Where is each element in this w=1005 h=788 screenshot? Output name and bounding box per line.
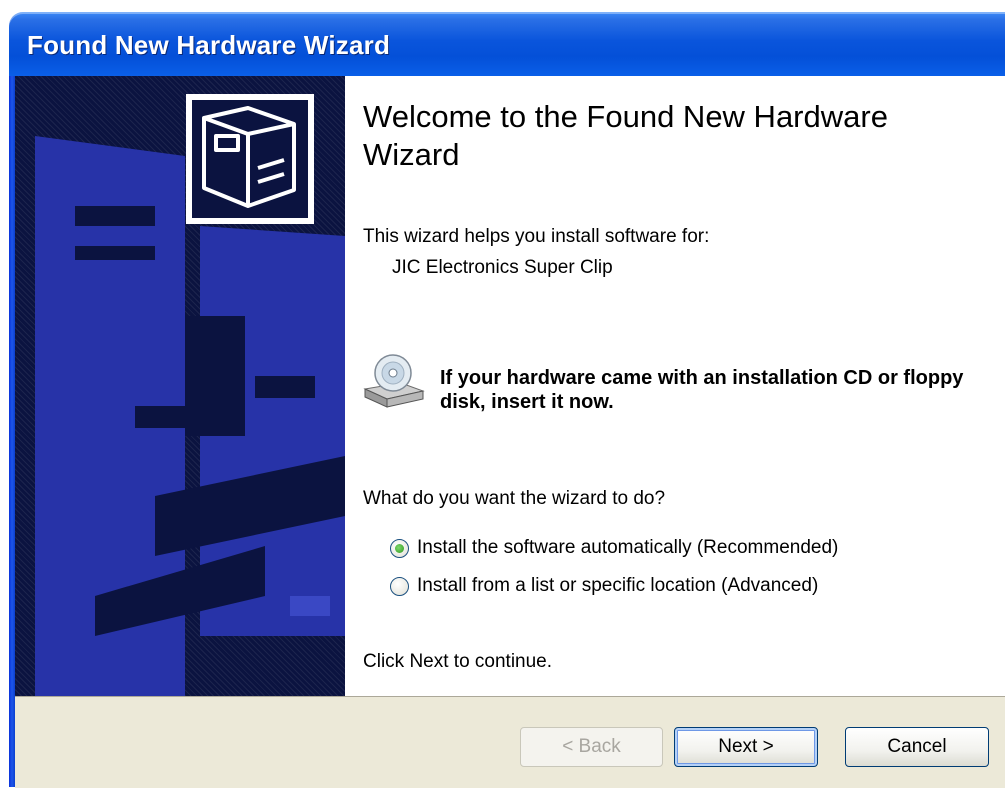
hardware-icon <box>186 94 314 224</box>
wizard-question: What do you want the wizard to do? <box>363 488 666 509</box>
option-label: Install the software automatically (Reco… <box>417 537 839 558</box>
title-bar[interactable]: Found New Hardware Wizard <box>9 12 1005 76</box>
intro-text: This wizard helps you install software f… <box>363 226 710 247</box>
radio-button[interactable] <box>390 576 409 596</box>
wizard-heading: Welcome to the Found New Hardware Wizard <box>363 99 888 172</box>
cd-instruction: If your hardware came with an installati… <box>440 367 964 413</box>
cancel-button[interactable]: Cancel <box>845 727 989 767</box>
continue-hint: Click Next to continue. <box>363 651 553 672</box>
option-install-from-list[interactable]: Install from a list or specific location… <box>390 573 818 599</box>
next-button[interactable]: Next > <box>674 727 818 767</box>
back-button[interactable]: < Back <box>520 727 663 767</box>
device-name: JIC Electronics Super Clip <box>392 257 613 278</box>
radio-button-selected[interactable] <box>390 538 409 558</box>
cd-drive-icon <box>363 354 425 408</box>
option-label: Install from a list or specific location… <box>417 575 819 596</box>
window-title: Found New Hardware Wizard <box>27 30 391 60</box>
option-install-automatically[interactable]: Install the software automatically (Reco… <box>390 535 838 561</box>
